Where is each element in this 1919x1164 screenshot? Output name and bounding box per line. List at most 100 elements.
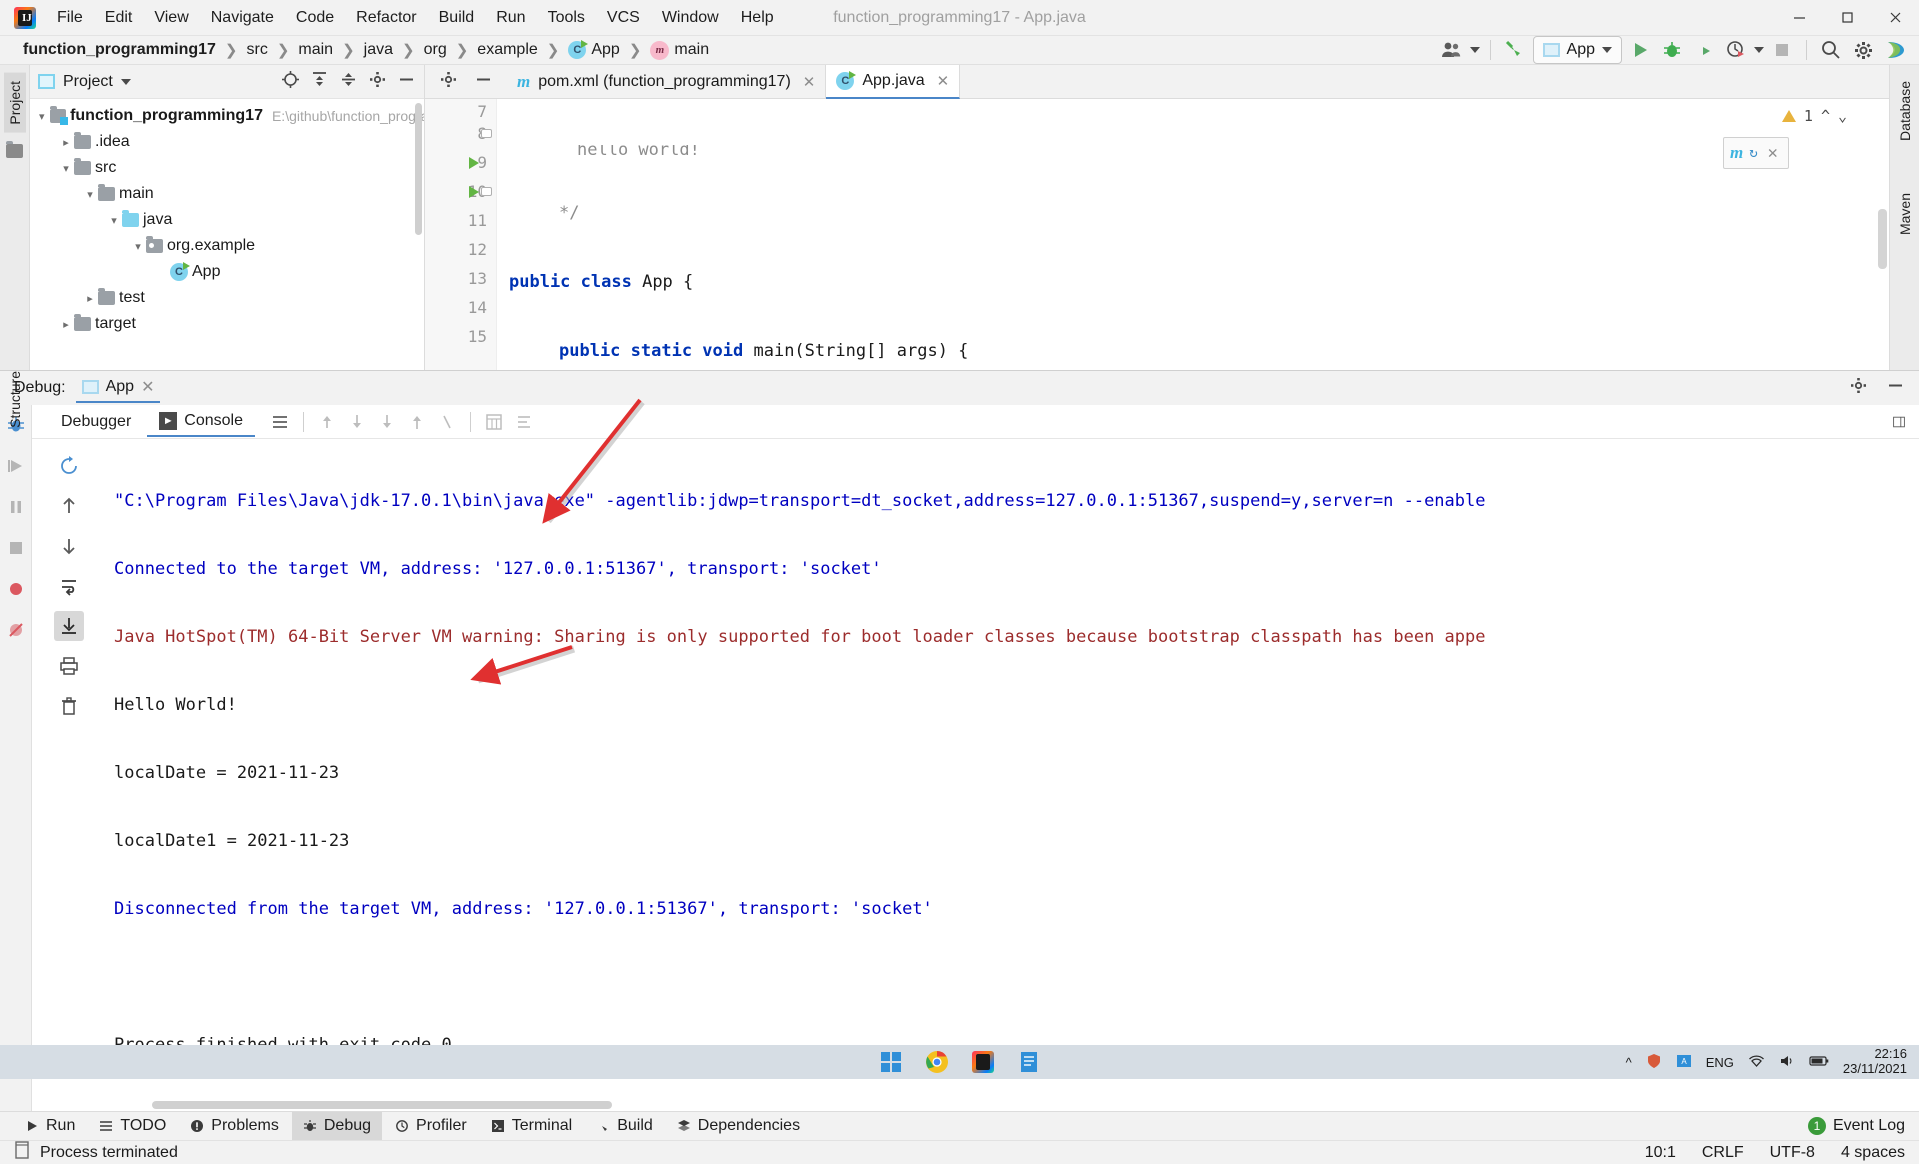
windows-start-icon[interactable] — [879, 1050, 903, 1074]
tree-row-java[interactable]: ▾ java — [30, 207, 424, 233]
chevron-up-icon[interactable]: ^ — [1626, 1055, 1632, 1070]
breadcrumb-app[interactable]: C App — [561, 39, 626, 61]
tree-row-app[interactable]: C App — [30, 259, 424, 285]
stop-program-icon[interactable] — [6, 538, 26, 563]
console-scrollbar-thumb[interactable] — [152, 1101, 612, 1109]
editor-hide-icon[interactable] — [474, 70, 493, 94]
fold-marker-icon[interactable] — [481, 129, 492, 138]
resume-program-icon[interactable] — [6, 456, 26, 481]
run-line-marker-icon[interactable] — [469, 186, 479, 198]
console-horizontal-scrollbar[interactable] — [32, 1099, 1919, 1111]
chevron-right-icon[interactable]: ▸ — [58, 136, 74, 149]
search-icon[interactable] — [1817, 36, 1845, 64]
force-step-into-icon[interactable] — [404, 409, 430, 435]
tab-console[interactable]: ► Console — [147, 407, 255, 437]
scroll-up-icon[interactable] — [54, 491, 84, 521]
breadcrumb-src[interactable]: src — [239, 39, 274, 61]
editor-settings-icon[interactable] — [439, 70, 458, 94]
code-content[interactable]: hello world! */ public class App { publi… — [497, 99, 1889, 370]
tool-button-debug[interactable]: Debug — [291, 1112, 383, 1140]
status-encoding[interactable]: UTF-8 — [1770, 1144, 1815, 1162]
breadcrumb-example[interactable]: example — [470, 39, 544, 61]
tool-button-terminal[interactable]: Terminal — [480, 1112, 583, 1140]
tree-row-src[interactable]: ▾ src — [30, 155, 424, 181]
step-out-icon[interactable] — [314, 409, 340, 435]
sidebar-tab-project[interactable]: Project — [3, 73, 26, 133]
debug-session-tab[interactable]: App ✕ — [75, 373, 161, 403]
evaluate-expression-icon[interactable] — [481, 409, 507, 435]
menu-edit[interactable]: Edit — [94, 5, 144, 31]
chevron-down-icon[interactable]: ▾ — [130, 240, 146, 253]
tab-debugger[interactable]: Debugger — [42, 408, 143, 436]
project-tree-scrollbar[interactable] — [415, 103, 422, 235]
tree-row-project[interactable]: ▾ function_programming17 E:\github\funct… — [30, 103, 424, 129]
ime-icon[interactable]: A — [1676, 1053, 1692, 1072]
menu-view[interactable]: View — [143, 5, 199, 31]
breadcrumb-java[interactable]: java — [357, 39, 400, 61]
tree-row-test[interactable]: ▸ test — [30, 285, 424, 311]
debug-minimize-icon[interactable] — [1886, 376, 1905, 400]
tool-button-todo[interactable]: TODO — [88, 1112, 177, 1140]
reload-icon[interactable]: ↻ — [1749, 145, 1757, 161]
menu-file[interactable]: File — [46, 5, 94, 31]
run-coverage-icon[interactable] — [1690, 36, 1718, 64]
trash-icon[interactable] — [54, 691, 84, 721]
battery-icon[interactable] — [1809, 1055, 1829, 1070]
console-output[interactable]: "C:\Program Files\Java\jdk-17.0.1\bin\ja… — [106, 439, 1919, 1099]
run-line-marker-icon[interactable] — [469, 157, 479, 169]
collapse-all-icon[interactable] — [339, 70, 358, 94]
profiler-dropdown-icon[interactable] — [1754, 47, 1764, 53]
menu-refactor[interactable]: Refactor — [345, 5, 427, 31]
chevron-down-icon[interactable]: ▾ — [58, 162, 74, 175]
chevron-right-icon[interactable]: ▸ — [82, 292, 98, 305]
sidebar-tab-database[interactable]: Database — [1894, 73, 1916, 149]
pause-program-icon[interactable] — [6, 497, 26, 522]
tool-button-profiler[interactable]: Profiler — [384, 1112, 478, 1140]
hide-panel-icon[interactable] — [397, 70, 416, 94]
debug-icon[interactable] — [1658, 36, 1686, 64]
mute-breakpoints-icon[interactable] — [6, 620, 26, 645]
security-icon[interactable] — [1646, 1053, 1662, 1072]
settings-icon[interactable] — [368, 70, 387, 94]
tab-pom-xml[interactable]: m pom.xml (function_programming17) ✕ — [507, 64, 827, 99]
breadcrumb-main[interactable]: main — [291, 39, 340, 61]
minimize-button[interactable] — [1775, 0, 1823, 36]
settings-list-icon[interactable] — [511, 409, 537, 435]
project-files-icon[interactable] — [6, 140, 23, 163]
language-indicator[interactable]: ENG — [1706, 1055, 1734, 1070]
scroll-to-end-icon[interactable] — [54, 611, 84, 641]
debug-settings-icon[interactable] — [1849, 376, 1868, 400]
breadcrumb-main-method[interactable]: m main — [643, 39, 716, 62]
fold-marker-icon[interactable] — [481, 187, 492, 196]
tool-button-run[interactable]: Run — [14, 1112, 86, 1140]
prev-problem-icon[interactable]: ^ — [1821, 107, 1830, 125]
inspection-widget[interactable]: 1 ^ ⌄ — [1781, 107, 1847, 125]
close-icon[interactable]: ✕ — [937, 72, 950, 90]
run-to-cursor-icon[interactable] — [434, 409, 460, 435]
ide-assistant-icon[interactable] — [1881, 36, 1909, 64]
chevron-down-icon[interactable]: ▾ — [34, 110, 50, 123]
tree-row-package[interactable]: ▾ org.example — [30, 233, 424, 259]
layout-settings-icon[interactable] — [1893, 409, 1919, 435]
close-button[interactable] — [1871, 0, 1919, 36]
close-icon[interactable]: ✕ — [803, 73, 816, 91]
tree-row-target[interactable]: ▸ target — [30, 311, 424, 337]
status-line-separator[interactable]: CRLF — [1702, 1144, 1744, 1162]
maven-reload-popup[interactable]: m ↻ ✕ — [1723, 137, 1789, 169]
menu-build[interactable]: Build — [428, 5, 486, 31]
print-icon[interactable] — [267, 409, 293, 435]
status-caret-position[interactable]: 10:1 — [1645, 1144, 1676, 1162]
code-editor[interactable]: 7 8 9 10 11 12 1 — [425, 99, 1889, 370]
menu-tools[interactable]: Tools — [537, 5, 596, 31]
breadcrumb-org[interactable]: org — [417, 39, 454, 61]
view-breakpoints-icon[interactable] — [6, 579, 26, 604]
volume-icon[interactable] — [1779, 1054, 1795, 1071]
close-icon[interactable]: ✕ — [141, 377, 154, 397]
soft-wrap-icon[interactable] — [54, 571, 84, 601]
user-group-dropdown-icon[interactable] — [1469, 47, 1480, 53]
next-problem-icon[interactable]: ⌄ — [1838, 107, 1847, 125]
intellij-icon[interactable] — [971, 1050, 995, 1074]
step-over-icon[interactable] — [344, 409, 370, 435]
menu-run[interactable]: Run — [485, 5, 536, 31]
event-log-button[interactable]: 1 Event Log — [1807, 1117, 1919, 1135]
